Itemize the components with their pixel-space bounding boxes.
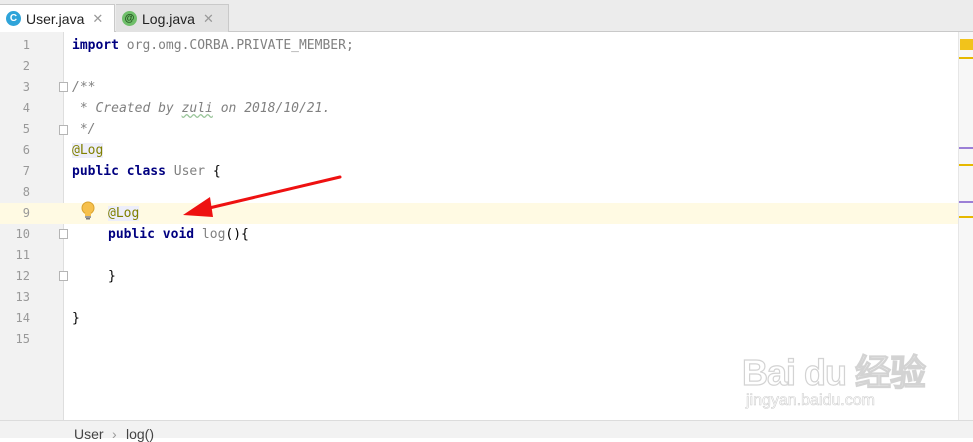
import-path: org.omg.CORBA.PRIVATE_MEMBER; [118, 38, 354, 53]
warning-status-icon[interactable] [960, 39, 973, 50]
comment-author: zuli [181, 101, 213, 116]
keyword: public void [108, 227, 195, 242]
tab-label: Log.java [142, 10, 195, 27]
annotation: @Log [108, 206, 140, 221]
line-number: 7 [22, 164, 30, 178]
code-line-5: */ [72, 122, 96, 137]
keyword: import [72, 38, 119, 53]
line-number: 9 [22, 206, 30, 220]
line-number: 8 [22, 185, 30, 199]
baidu-jingyan-watermark: Bai du 经验 jingyan.baidu.com [741, 330, 932, 420]
parentheses: (){ [225, 227, 249, 242]
close-icon[interactable]: ✕ [203, 11, 214, 27]
code-line-4: * Created by zuli on 2018/10/21. [72, 98, 330, 119]
marker[interactable] [959, 201, 973, 203]
close-icon[interactable]: ✕ [92, 11, 103, 27]
breadcrumb: User › log() [0, 420, 973, 442]
line-number: 3 [22, 80, 30, 94]
line-number: 4 [22, 101, 30, 115]
code-line-3: /** [72, 80, 96, 95]
comment-text: on 2018/10/21. [212, 101, 331, 116]
breadcrumb-item-user[interactable]: User [74, 426, 104, 442]
marker[interactable] [959, 216, 973, 218]
marker[interactable] [959, 57, 973, 59]
code-line-7: public class User { [72, 161, 221, 182]
marker[interactable] [959, 147, 973, 149]
line-number: 15 [15, 332, 30, 346]
code-line-14: } [72, 311, 80, 326]
watermark-url: jingyan.baidu.com [746, 392, 876, 410]
code-line-1: import org.omg.CORBA.PRIVATE_MEMBER; [72, 35, 354, 56]
line-number: 12 [15, 269, 30, 283]
code-line-10: public void log(){ [108, 224, 249, 245]
line-number: 11 [15, 248, 30, 262]
line-number: 2 [22, 59, 30, 73]
line-number: 14 [15, 311, 30, 325]
comment-text: * Created by [72, 101, 182, 116]
line-number: 13 [15, 290, 30, 304]
tab-user-java[interactable]: C User.java ✕ [0, 4, 115, 32]
lightbulb-icon[interactable] [80, 201, 96, 221]
class-name: User [165, 164, 206, 179]
current-line-highlight [64, 203, 958, 224]
method-name: log [194, 227, 226, 242]
tab-log-java[interactable]: @ Log.java ✕ [116, 4, 229, 32]
line-number: 5 [22, 122, 30, 136]
line-number: 10 [15, 227, 30, 241]
code-line-9: @Log [108, 203, 140, 224]
breadcrumb-item-log[interactable]: log() [126, 426, 154, 442]
tab-label: User.java [26, 10, 85, 27]
watermark-brand: Bai du 经验 [741, 351, 926, 393]
marker[interactable] [959, 164, 973, 166]
keyword: public class [72, 164, 166, 179]
annotation: @Log [72, 143, 104, 158]
error-stripe[interactable] [958, 32, 973, 420]
breadcrumb-separator: › [112, 426, 117, 442]
annotation-icon: @ [122, 11, 137, 26]
code-line-12: } [108, 269, 116, 284]
line-number: 6 [22, 143, 30, 157]
class-icon: C [6, 11, 21, 26]
editor-tab-bar: C User.java ✕ @ Log.java ✕ [0, 0, 973, 32]
line-number: 1 [22, 38, 30, 52]
code-line-6: @Log [72, 140, 104, 161]
line-number-gutter[interactable]: 1 2 3 4 5 6 7 8 9 10 11 12 13 14 15 [0, 32, 64, 420]
brace: { [205, 164, 221, 179]
